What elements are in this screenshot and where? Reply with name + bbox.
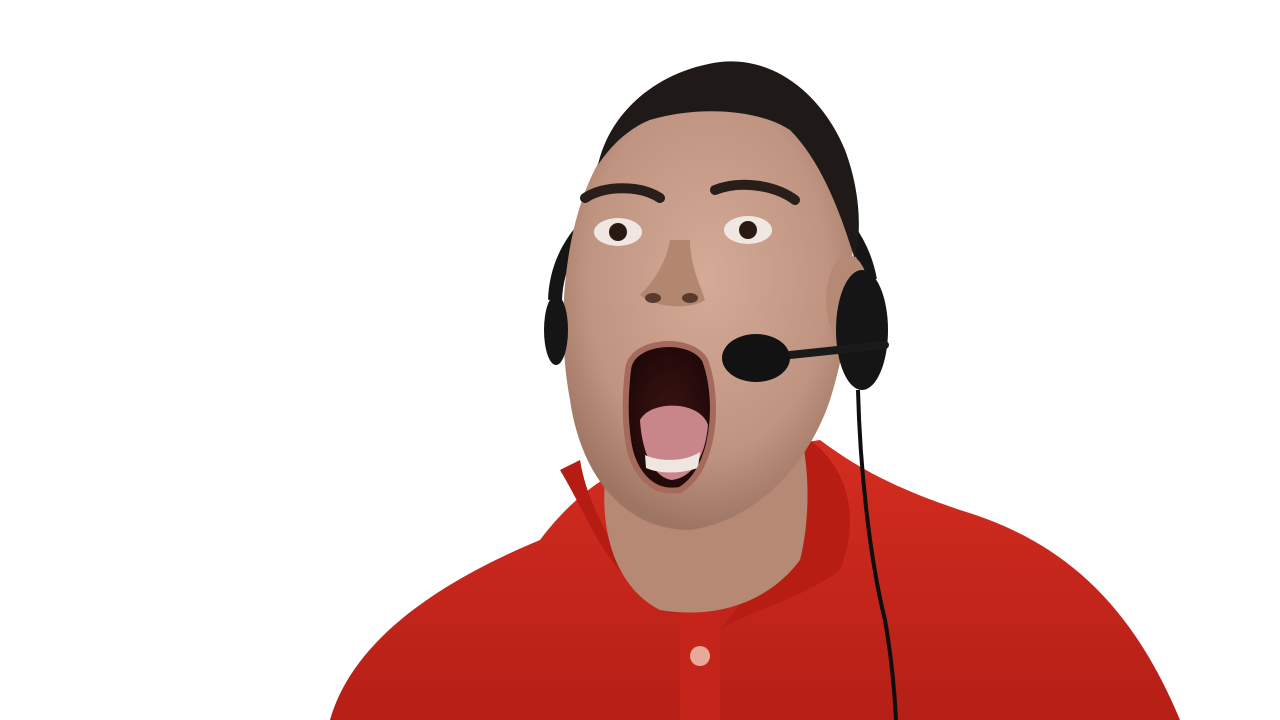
nostril-left: [645, 293, 661, 303]
photo-scene: [0, 0, 1280, 720]
microphone: [722, 334, 790, 382]
person-illustration: [0, 0, 1280, 720]
nostril-right: [682, 293, 698, 303]
pupil-right: [739, 221, 757, 239]
headset-earpad-right: [836, 270, 888, 390]
headset-earpad-left: [544, 295, 568, 365]
shirt-button: [690, 646, 710, 666]
pupil-left: [609, 223, 627, 241]
